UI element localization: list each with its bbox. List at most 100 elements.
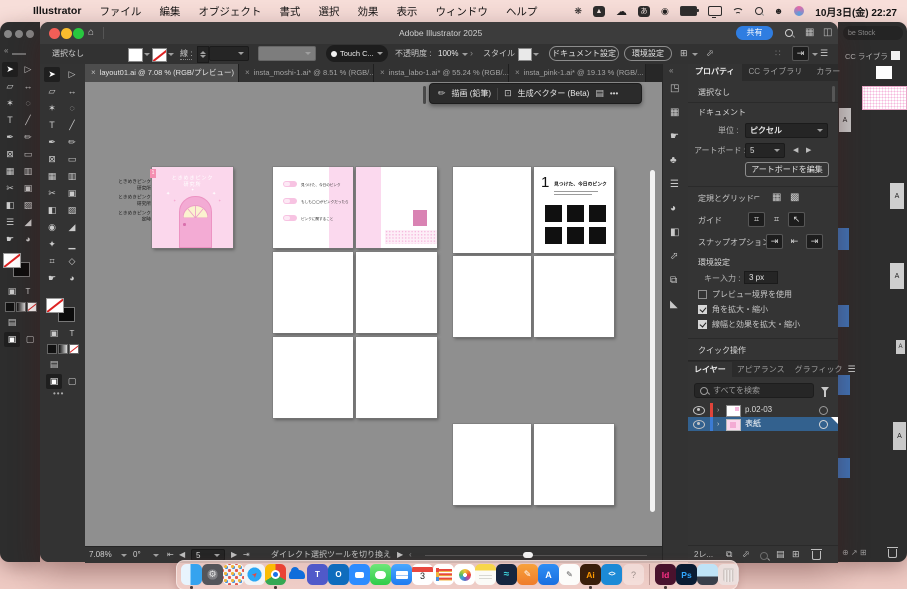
artboard-p09[interactable]: 1 見つけた、今日のピンク xyxy=(534,167,614,253)
artboard-thumb[interactable]: A xyxy=(890,263,904,289)
collect-export-icon[interactable]: ⧉ xyxy=(726,550,732,559)
canvas[interactable]: ✏ 描画 (鉛筆) ⊡ 生成ベクター (Beta) ▤ ••• ときめきピンク研… xyxy=(85,82,662,546)
transparency-grid-icon[interactable]: ▩ xyxy=(790,193,799,203)
zoom-caret[interactable] xyxy=(121,554,127,557)
threed-panel-icon[interactable]: ◳ xyxy=(670,84,679,94)
menu-app-name[interactable]: Illustrator xyxy=(24,5,90,17)
layers-search-field[interactable]: すべてを検索 xyxy=(694,383,814,398)
artboard-p13[interactable] xyxy=(534,424,614,505)
lock-guides-icon[interactable]: ⌗ xyxy=(768,212,785,227)
artboard-tool[interactable]: ▱ xyxy=(2,79,18,94)
artboard-p04[interactable] xyxy=(273,252,353,333)
align-left-icon[interactable]: ⇥ xyxy=(792,46,809,61)
screen-mode-button[interactable]: ▤ xyxy=(4,315,20,330)
scissors-tool[interactable]: ✂ xyxy=(44,186,60,201)
pencil-tool[interactable]: ✏ xyxy=(20,130,36,145)
preview-bounds-checkbox[interactable] xyxy=(698,290,707,299)
library-item-white[interactable] xyxy=(876,66,892,79)
h-scrollbar-thumb[interactable] xyxy=(523,552,533,558)
draw-normal-button[interactable]: ▣ xyxy=(4,332,20,347)
new-layer-icon[interactable]: ⊞ xyxy=(792,550,800,559)
artboard-p08[interactable] xyxy=(453,167,531,253)
vertical-scrollbar[interactable] xyxy=(650,170,655,512)
media-playing-icon[interactable]: ◉ xyxy=(661,6,669,17)
tab-color[interactable]: カラー xyxy=(809,64,847,81)
snap-to-point-icon[interactable]: ⇥ xyxy=(806,234,823,249)
eyedropper-tool[interactable]: ◢ xyxy=(20,215,36,230)
color-button[interactable] xyxy=(5,302,15,312)
dock-safari-icon[interactable]: ➤ xyxy=(244,564,265,585)
dock-trash-icon[interactable] xyxy=(718,564,739,585)
dock-settings-icon[interactable]: ⚙ xyxy=(202,564,223,585)
last-artboard-icon[interactable]: ⇥ xyxy=(243,551,250,559)
dock-appstore-icon[interactable]: A xyxy=(538,564,559,585)
dock-indesign-icon[interactable]: Id xyxy=(655,564,676,585)
stroke-caret[interactable] xyxy=(168,53,174,56)
dock-calendar-icon[interactable]: 3 xyxy=(412,564,433,585)
column-graph-tool[interactable]: ▥ xyxy=(20,164,36,179)
show-guides-icon[interactable]: ⌗ xyxy=(748,212,765,227)
snap-to-pixel-icon[interactable]: ⇤ xyxy=(786,234,803,249)
none-button[interactable] xyxy=(27,302,37,312)
line-tool[interactable]: ╱ xyxy=(64,118,80,133)
menu-object[interactable]: オブジェクト xyxy=(189,4,270,19)
make-mask-icon[interactable]: ▤ xyxy=(776,550,785,559)
zoom-tool[interactable]: ◕ xyxy=(20,232,36,247)
menu-file[interactable]: ファイル xyxy=(90,4,150,19)
selection-tool[interactable]: ➤ xyxy=(44,67,60,82)
artboard-thumb-selected[interactable] xyxy=(838,305,849,327)
dock-launchpad-icon[interactable] xyxy=(223,564,244,585)
stroke-weight-label[interactable]: 線 : xyxy=(180,50,192,60)
pathfinder-panel-icon[interactable]: ⧉ xyxy=(670,276,677,286)
artboard-thumb[interactable]: A xyxy=(893,422,906,450)
gradient-panel-icon[interactable]: ◧ xyxy=(670,228,679,238)
draw-pencil-button[interactable]: 描画 (鉛筆) xyxy=(452,90,492,98)
cloud-status-icon[interactable]: ☁ xyxy=(616,5,627,18)
style-caret[interactable] xyxy=(533,53,539,56)
preferences-button[interactable]: 環境設定 xyxy=(624,46,672,61)
zoom-tool[interactable]: ◕ xyxy=(64,271,80,286)
library-swatch[interactable] xyxy=(891,51,900,60)
artboard-p05[interactable] xyxy=(356,252,437,333)
tab-properties[interactable]: プロパティ xyxy=(688,64,742,81)
draw-behind-button[interactable]: ▢ xyxy=(22,332,38,347)
assets-panel-icon[interactable]: ♣ xyxy=(670,156,677,166)
zoom-button[interactable] xyxy=(73,28,84,39)
tab-layers[interactable]: レイヤー xyxy=(688,362,732,377)
dock-missing-app-icon[interactable]: ? xyxy=(623,564,644,585)
style-swatch[interactable] xyxy=(518,48,532,61)
color-button[interactable] xyxy=(47,344,57,354)
symbol-tool[interactable]: ✦ xyxy=(44,237,60,252)
scale-strokes-checkbox[interactable] xyxy=(698,320,707,329)
artboard-tool[interactable]: ▱ xyxy=(44,84,60,99)
locate-object-icon[interactable] xyxy=(760,552,768,560)
inactive-minimize-button[interactable] xyxy=(15,30,23,38)
artboard-thumb[interactable]: A xyxy=(896,340,905,354)
tab-close-icon[interactable]: × xyxy=(245,69,250,77)
fill-swatch[interactable] xyxy=(46,298,64,313)
opacity-value[interactable]: 100% xyxy=(438,50,458,58)
prev-artboard-icon[interactable]: ◀ xyxy=(793,147,798,154)
inactive-close-button[interactable] xyxy=(4,30,12,38)
none-button[interactable] xyxy=(69,344,79,354)
artboard-thumb[interactable]: A xyxy=(890,183,904,209)
dock-mail-icon[interactable] xyxy=(391,564,412,585)
tab-layout01[interactable]: × layout01.ai @ 7.08 % (RGB/プレビュー) xyxy=(85,64,239,82)
artboard-thumb[interactable]: A xyxy=(839,108,851,132)
stroke-weight-dropdown[interactable] xyxy=(209,46,249,61)
inactive-zoom-button[interactable] xyxy=(26,30,34,38)
rectangle-tool[interactable]: ▭ xyxy=(64,152,80,167)
artboard-p11[interactable] xyxy=(534,256,614,337)
document-setup-button[interactable]: ドキュメント設定 xyxy=(549,46,619,61)
search-icon[interactable] xyxy=(785,29,793,37)
panel-collapse-icon[interactable]: « xyxy=(4,47,8,55)
measure-tool[interactable]: ↔ xyxy=(64,84,80,99)
menu-edit[interactable]: 編集 xyxy=(150,4,189,19)
fill-color-swatch[interactable] xyxy=(128,48,143,62)
blend-tool[interactable]: ◉ xyxy=(44,220,60,235)
visibility-eye-icon[interactable] xyxy=(693,420,705,429)
layer-row-p02-03[interactable]: › p.02-03 xyxy=(688,403,838,418)
dock-vscode-icon[interactable]: <> xyxy=(601,564,622,585)
first-artboard-icon[interactable]: ⇤ xyxy=(167,551,174,559)
grid-tool[interactable]: ▦ xyxy=(2,164,18,179)
